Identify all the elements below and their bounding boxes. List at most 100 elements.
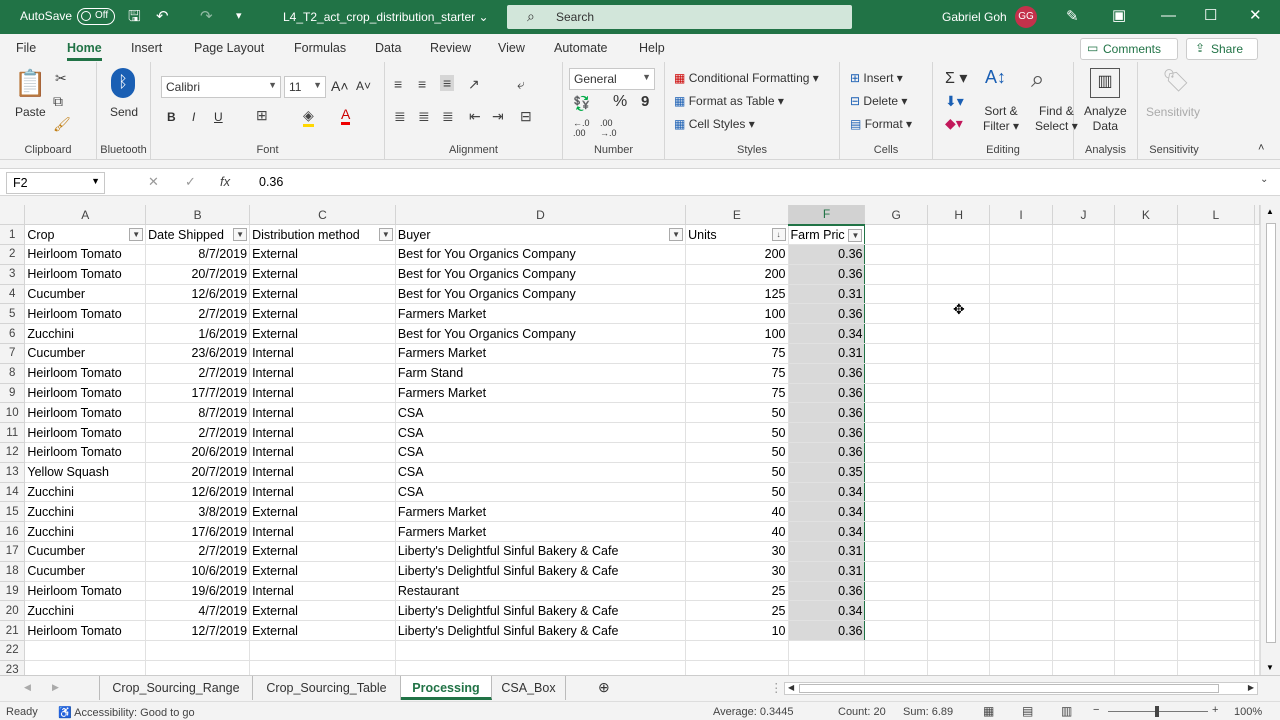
accessibility-status[interactable]: ♿ Accessibility: Good to go — [58, 706, 195, 719]
cell-buyer[interactable]: CSA — [395, 442, 687, 463]
empty-cell[interactable] — [927, 383, 991, 404]
tab-split-handle[interactable]: ⋮ — [770, 680, 783, 695]
row-header[interactable]: 21 — [0, 620, 26, 642]
row-header[interactable]: 11 — [0, 422, 26, 444]
next-sheet-icon[interactable]: ▶ — [52, 682, 59, 693]
empty-cell[interactable] — [1114, 660, 1178, 675]
cell-crop[interactable]: Heirloom Tomato — [24, 303, 147, 325]
scroll-down-icon[interactable]: ▼ — [1266, 663, 1274, 672]
empty-cell[interactable] — [685, 660, 789, 675]
empty-cell[interactable] — [1052, 323, 1116, 345]
comments-button[interactable]: ▭ Comments — [1080, 38, 1178, 60]
menu-review[interactable]: Review — [430, 41, 471, 55]
empty-cell[interactable] — [145, 640, 251, 661]
cell-buyer[interactable]: CSA — [395, 482, 687, 503]
row-header[interactable]: 23 — [0, 660, 26, 675]
empty-cell[interactable] — [864, 442, 928, 463]
share-button[interactable]: ⇪ Share — [1186, 38, 1258, 60]
cell-distribution-method[interactable]: External — [249, 620, 396, 642]
fill-icon[interactable]: ⬇▾ — [945, 93, 964, 110]
cell-distribution-method[interactable]: External — [249, 284, 396, 305]
search-box[interactable]: ⌕ Search — [507, 5, 852, 29]
empty-cell[interactable] — [1177, 640, 1256, 661]
cell-styles-button[interactable]: ▦ Cell Styles ▾ — [674, 117, 755, 131]
empty-cell[interactable] — [1254, 640, 1260, 661]
empty-cell[interactable] — [864, 660, 928, 675]
accounting-format-icon[interactable]: 💱 — [573, 95, 590, 112]
empty-cell[interactable] — [1254, 422, 1260, 444]
cell-units[interactable]: 200 — [685, 264, 789, 285]
cell-buyer[interactable]: Best for You Organics Company — [395, 284, 687, 305]
empty-cell[interactable] — [1114, 284, 1178, 305]
empty-cell[interactable] — [1177, 561, 1256, 582]
cell-date-shipped[interactable]: 17/6/2019 — [145, 521, 251, 543]
cell-crop[interactable]: Heirloom Tomato — [24, 442, 147, 463]
cell-crop[interactable]: Zucchini — [24, 600, 147, 622]
font-name-select[interactable]: Calibri ▼ — [161, 76, 281, 98]
cell-units[interactable]: 75 — [685, 383, 789, 404]
cell-date-shipped[interactable]: 3/8/2019 — [145, 501, 251, 523]
column-header-j[interactable]: J — [1052, 205, 1116, 226]
empty-cell[interactable] — [927, 482, 991, 503]
cell-buyer[interactable]: Farm Stand — [395, 363, 687, 384]
file-name[interactable]: L4_T2_act_crop_distribution_starter ⌄ — [283, 10, 489, 24]
cell-date-shipped[interactable]: 17/7/2019 — [145, 383, 251, 404]
empty-cell[interactable] — [1254, 323, 1260, 345]
empty-cell[interactable] — [1052, 541, 1116, 562]
empty-cell[interactable] — [927, 422, 991, 444]
cell-crop[interactable]: Cucumber — [24, 343, 147, 364]
empty-cell[interactable] — [1114, 581, 1178, 602]
cell-units[interactable]: 25 — [685, 600, 789, 622]
empty-cell[interactable] — [1114, 541, 1178, 562]
cell-farm-price[interactable]: 0.34 — [787, 323, 866, 345]
cell-date-shipped[interactable]: 23/6/2019 — [145, 343, 251, 364]
empty-cell[interactable] — [864, 462, 928, 483]
empty-cell[interactable] — [1052, 561, 1116, 582]
name-box[interactable]: F2 ▼ — [6, 172, 105, 194]
filter-dropdown-icon[interactable]: ▼ — [848, 228, 863, 242]
cell-farm-price[interactable]: 0.34 — [787, 521, 866, 543]
empty-cell[interactable] — [24, 660, 147, 675]
row-header[interactable]: 19 — [0, 581, 26, 602]
cell-farm-price[interactable]: 0.36 — [787, 422, 866, 444]
empty-cell[interactable] — [989, 521, 1053, 543]
wrap-text-icon[interactable]: ⤶ — [517, 76, 525, 93]
empty-cell[interactable] — [989, 482, 1053, 503]
worksheet-grid[interactable]: ABCDEFGHIJKL 1 Crop ▼ Date Shipped ▼ Distribu… — [0, 205, 1260, 675]
format-as-table-button[interactable]: ▦ Format as Table ▾ — [674, 94, 784, 108]
empty-cell[interactable] — [788, 660, 866, 675]
autosave-toggle[interactable]: Off — [77, 8, 115, 25]
empty-cell[interactable] — [864, 363, 928, 384]
menu-data[interactable]: Data — [375, 41, 401, 55]
empty-cell[interactable] — [1052, 442, 1116, 463]
empty-cell[interactable] — [1114, 561, 1178, 582]
row-header[interactable]: 16 — [0, 521, 26, 543]
cell-buyer[interactable]: Liberty's Delightful Sinful Bakery & Caf… — [395, 600, 687, 622]
scroll-up-icon[interactable]: ▲ — [1266, 207, 1274, 216]
empty-cell[interactable] — [1052, 521, 1116, 543]
filter-dropdown-icon[interactable]: ▼ — [129, 228, 144, 242]
tab-csa-box[interactable]: CSA_Box — [492, 676, 566, 700]
row-header[interactable]: 22 — [0, 640, 26, 661]
empty-cell[interactable] — [927, 561, 991, 582]
orientation-icon[interactable]: ↗ — [468, 76, 480, 93]
scroll-right-icon[interactable]: ▶ — [1248, 683, 1254, 692]
cell-farm-price[interactable]: 0.36 — [787, 303, 866, 325]
cell-crop[interactable]: Heirloom Tomato — [24, 264, 147, 285]
empty-cell[interactable] — [1114, 462, 1178, 483]
cell-crop[interactable]: Heirloom Tomato — [24, 402, 147, 424]
empty-cell[interactable] — [864, 303, 928, 325]
empty-cell[interactable] — [864, 501, 928, 523]
empty-cell[interactable] — [864, 224, 928, 246]
cell-units[interactable]: 40 — [685, 501, 789, 523]
column-header-a[interactable]: A — [24, 205, 147, 226]
increase-decimal-icon[interactable]: ←.0.00 — [573, 118, 590, 138]
empty-cell[interactable] — [927, 541, 991, 562]
cell-farm-price[interactable]: 0.36 — [787, 264, 866, 285]
empty-cell[interactable] — [927, 462, 991, 483]
empty-cell[interactable] — [864, 541, 928, 562]
empty-cell[interactable] — [1114, 303, 1178, 325]
empty-cell[interactable] — [1114, 442, 1178, 463]
empty-cell[interactable] — [927, 600, 991, 622]
empty-cell[interactable] — [1052, 284, 1116, 305]
